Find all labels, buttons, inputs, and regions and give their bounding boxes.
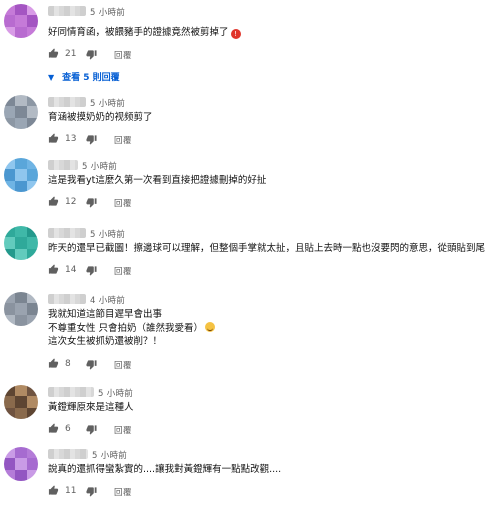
- exclamation-emoji-icon: !: [230, 29, 241, 39]
- like-icon[interactable]: [48, 133, 59, 144]
- dislike-icon[interactable]: [86, 134, 97, 145]
- comment-text-line: 黃鐙輝原來是這種人: [48, 402, 134, 413]
- comment-text-line: 這次女生被抓奶還被削？！: [48, 336, 163, 347]
- comment-text: 好同情育函，被餵豬手的證據竟然被剪掉了!: [48, 26, 241, 40]
- comment-text-line: 昨天的還早已截圖！擦邊球可以理解，但整個手掌就太扯，且貼上去時一點也沒要閃的意思…: [48, 243, 486, 254]
- author-name-redacted[interactable]: [48, 6, 86, 16]
- reply-button[interactable]: 回覆: [114, 486, 132, 498]
- author-name-redacted[interactable]: [48, 97, 86, 107]
- dislike-icon[interactable]: [86, 197, 97, 208]
- like-icon[interactable]: [48, 485, 59, 496]
- dislike-icon[interactable]: [86, 486, 97, 497]
- reply-button[interactable]: 回覆: [114, 197, 132, 209]
- comment-timestamp[interactable]: 5 小時前: [90, 228, 125, 240]
- like-count: 21: [65, 49, 77, 59]
- comment-text-line: 好同情育函，被餵豬手的證據竟然被剪掉了!: [48, 26, 241, 40]
- author-name-redacted[interactable]: [48, 228, 86, 238]
- comment-timestamp[interactable]: 5 小時前: [90, 6, 125, 18]
- comment-actions: 21 回覆: [48, 48, 168, 62]
- dislike-icon[interactable]: [86, 359, 97, 370]
- avatar[interactable]: [4, 4, 38, 38]
- comment-text: 昨天的還早已截圖！擦邊球可以理解，但整個手掌就太扯，且貼上去時一點也沒要閃的意思…: [48, 242, 485, 256]
- reply-button[interactable]: 回覆: [114, 49, 132, 61]
- smile-emoji-icon: [205, 321, 216, 332]
- comment-timestamp[interactable]: 5 小時前: [82, 160, 117, 172]
- like-count: 14: [65, 265, 77, 275]
- view-replies-label: 查看 5 則回覆: [62, 73, 120, 83]
- comment-actions: 6 回覆: [48, 423, 168, 437]
- comment-text: 這是我看yt這麼久第一次看到直接把證據刪掉的好扯: [48, 174, 266, 188]
- author-name-redacted[interactable]: [48, 449, 88, 459]
- like-icon[interactable]: [48, 196, 59, 207]
- dislike-icon[interactable]: [86, 49, 97, 60]
- like-count: 12: [65, 197, 77, 207]
- comment-timestamp[interactable]: 4 小時前: [90, 294, 125, 306]
- like-count: 8: [65, 359, 71, 369]
- comment-text-line: 說真的還抓得蠻紮實的....讓我對黃鐙輝有一點點改觀....: [48, 464, 282, 475]
- like-count: 6: [65, 424, 71, 434]
- comment-text: 黃鐙輝原來是這種人: [48, 401, 134, 415]
- reply-button[interactable]: 回覆: [114, 359, 132, 371]
- like-count: 13: [65, 134, 77, 144]
- like-icon[interactable]: [48, 264, 59, 275]
- comment-text-line: 不尊重女性 只會拍奶（誰然我愛看）: [48, 321, 216, 336]
- reply-button[interactable]: 回覆: [114, 265, 132, 277]
- avatar[interactable]: [4, 385, 38, 419]
- comment-timestamp[interactable]: 5 小時前: [90, 97, 125, 109]
- author-name-redacted[interactable]: [48, 294, 86, 304]
- comment-text-line: 我就知道這節目遲早會出事: [48, 309, 163, 320]
- avatar[interactable]: [4, 447, 38, 481]
- comment-text: 說真的還抓得蠻紮實的....讓我對黃鐙輝有一點點改觀....: [48, 463, 281, 477]
- comment-actions: 8 回覆: [48, 358, 168, 372]
- comment-actions: 13 回覆: [48, 133, 168, 147]
- comment-text-line: 這是我看yt這麼久第一次看到直接把證據刪掉的好扯: [48, 175, 267, 186]
- reply-button[interactable]: 回覆: [114, 424, 132, 436]
- like-icon[interactable]: [48, 48, 59, 59]
- chevron-down-icon: ▼: [48, 73, 55, 82]
- avatar[interactable]: [4, 95, 38, 129]
- author-name-redacted[interactable]: [48, 387, 94, 397]
- like-count: 11: [65, 486, 77, 496]
- dislike-icon[interactable]: [86, 265, 97, 276]
- comment-text: 我就知道這節目遲早會出事 不尊重女性 只會拍奶（誰然我愛看） 這次女生被抓奶還被削？…: [48, 308, 216, 349]
- avatar[interactable]: [4, 226, 38, 260]
- comment-timestamp[interactable]: 5 小時前: [92, 449, 127, 461]
- comment-actions: 11 回覆: [48, 485, 168, 499]
- dislike-icon[interactable]: [86, 424, 97, 435]
- view-replies-link[interactable]: ▼ 查看 5 則回覆: [48, 70, 120, 83]
- comment-timestamp[interactable]: 5 小時前: [98, 387, 133, 399]
- comment-actions: 14 回覆: [48, 264, 168, 278]
- reply-button[interactable]: 回覆: [114, 134, 132, 146]
- avatar[interactable]: [4, 292, 38, 326]
- comment-text-line: 育涵被摸奶奶的视频剪了: [48, 112, 153, 123]
- comment-actions: 12 回覆: [48, 196, 168, 210]
- like-icon[interactable]: [48, 423, 59, 434]
- comment-text: 育涵被摸奶奶的视频剪了: [48, 111, 153, 125]
- author-name-redacted[interactable]: [48, 160, 78, 170]
- like-icon[interactable]: [48, 358, 59, 369]
- avatar[interactable]: [4, 158, 38, 192]
